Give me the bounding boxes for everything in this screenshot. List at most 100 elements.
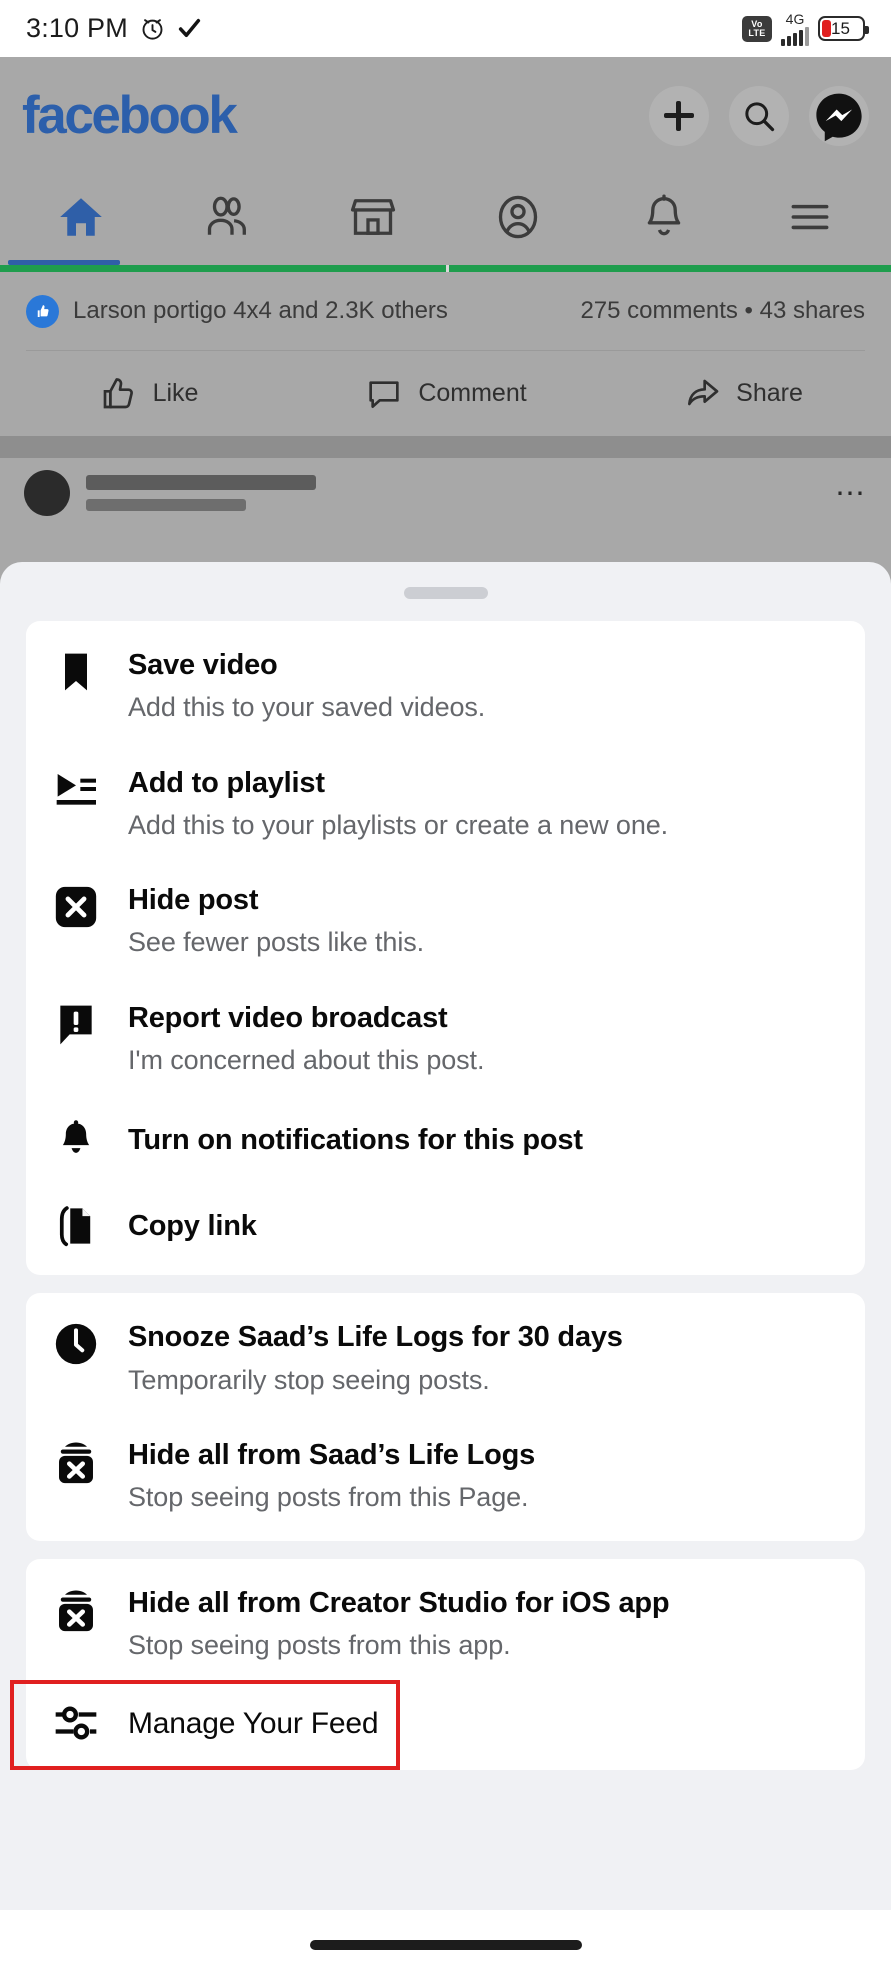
menu-item-title: Report video broadcast — [128, 1001, 448, 1034]
menu-item-title: Turn on notifications for this post — [128, 1124, 583, 1157]
battery-level-label: 15 — [831, 18, 850, 38]
next-post-header: ⋯ — [0, 458, 891, 528]
home-gesture-pill[interactable] — [309, 1940, 582, 1950]
next-post-text-placeholder — [86, 475, 819, 511]
hamburger-menu-icon — [791, 204, 829, 230]
page-actions-card: Snooze Saad’s Life Logs for 30 days Temp… — [26, 1293, 865, 1541]
share-arrow-icon — [688, 379, 719, 405]
menu-item-body: Manage Your Feed — [128, 1706, 839, 1741]
tab-notifications[interactable] — [591, 192, 737, 242]
status-bar-right: Vo LTE 4G 15 — [742, 12, 869, 46]
status-bar-clock: 3:10 PM — [26, 13, 128, 43]
signal-bars — [781, 26, 809, 46]
menu-item-title: Hide all from Creator Studio for iOS app — [128, 1586, 670, 1619]
bookmark-icon — [52, 648, 100, 694]
tab-menu[interactable] — [737, 192, 883, 242]
menu-item-body: Add to playlist Add this to your playlis… — [128, 766, 839, 842]
video-progress-bar[interactable] — [0, 265, 891, 272]
volte-line-2: LTE — [748, 27, 766, 38]
thumbs-up-glyph — [37, 304, 49, 317]
progress-notch — [445, 265, 449, 272]
sheet-bottom-padding — [0, 1788, 891, 1834]
clock-icon — [52, 1320, 100, 1366]
home-icon — [60, 198, 102, 236]
marketplace-icon — [350, 199, 395, 235]
menu-item-body: Turn on notifications for this post — [128, 1123, 839, 1157]
menu-item-subtitle: I'm concerned about this post. — [128, 1045, 485, 1076]
like-button[interactable]: Like — [0, 374, 297, 414]
search-button[interactable] — [729, 85, 789, 146]
hide-x-icon — [52, 883, 100, 929]
volte-icon: Vo LTE — [742, 15, 772, 42]
status-bar-left: 3:10 PM — [26, 13, 202, 44]
messenger-icon — [816, 93, 862, 141]
menu-item-turn-on-notifications[interactable]: Turn on notifications for this post — [26, 1097, 865, 1183]
gesture-navigation-bar — [0, 1910, 891, 1980]
messenger-button[interactable] — [809, 85, 869, 146]
menu-item-body: Snooze Saad’s Life Logs for 30 days Temp… — [128, 1320, 839, 1396]
like-button-label: Like — [152, 379, 199, 407]
bell-icon — [647, 194, 681, 236]
menu-item-copy-link[interactable]: Copy link — [26, 1183, 865, 1269]
menu-item-title: Hide post — [128, 884, 259, 917]
menu-item-subtitle: See fewer posts like this. — [128, 927, 425, 958]
comment-bubble-icon — [369, 380, 399, 408]
phone-screen: 3:10 PM Vo LTE 4G 15 facebook Larson por… — [0, 0, 891, 1980]
menu-item-title: Manage Your Feed — [128, 1706, 379, 1740]
avatar — [24, 470, 70, 516]
menu-item-body: Save video Add this to your saved videos… — [128, 648, 839, 724]
checkmark-icon — [178, 18, 201, 38]
menu-item-subtitle: Temporarily stop seeing posts. — [128, 1364, 490, 1395]
menu-item-hide-all-app[interactable]: Hide all from Creator Studio for iOS app… — [26, 1565, 865, 1683]
menu-item-title: Save video — [128, 649, 278, 681]
post-options-icon[interactable]: ⋯ — [835, 476, 867, 511]
header-action-buttons — [649, 85, 869, 146]
hide-all-bag-icon — [52, 1438, 100, 1486]
menu-item-body: Copy link — [128, 1209, 839, 1243]
create-button[interactable] — [649, 85, 709, 146]
drag-handle[interactable] — [403, 587, 488, 599]
menu-item-body: Hide all from Creator Studio for iOS app… — [128, 1586, 839, 1662]
report-exclamation-icon — [52, 1001, 100, 1047]
post-options-bottom-sheet: Save video Add this to your saved videos… — [0, 562, 891, 1910]
menu-item-subtitle: Stop seeing posts from this Page. — [128, 1482, 529, 1513]
facebook-header: facebook — [0, 57, 891, 174]
menu-item-add-to-playlist[interactable]: Add to playlist Add this to your playlis… — [26, 745, 865, 863]
tab-profile[interactable] — [445, 192, 591, 242]
menu-item-hide-all-page[interactable]: Hide all from Saad’s Life Logs Stop seei… — [26, 1417, 865, 1535]
playlist-add-icon — [52, 766, 100, 808]
app-actions-card: Hide all from Creator Studio for iOS app… — [10, 1558, 865, 1771]
menu-item-title: Snooze Saad’s Life Logs for 30 days — [128, 1321, 623, 1354]
menu-item-save-video[interactable]: Save video Add this to your saved videos… — [26, 627, 865, 745]
like-reaction-icon — [26, 294, 59, 328]
post-actions-card: Save video Add this to your saved videos… — [26, 621, 865, 1276]
manage-your-feed-highlight-wrapper: Manage Your Feed — [10, 1680, 865, 1771]
search-icon — [745, 101, 775, 131]
profile-icon — [499, 195, 538, 239]
menu-item-report-video-broadcast[interactable]: Report video broadcast I'm concerned abo… — [26, 980, 865, 1098]
tab-friends[interactable] — [154, 192, 300, 242]
menu-item-subtitle: Add this to your playlists or create a n… — [128, 809, 669, 840]
menu-item-snooze-page[interactable]: Snooze Saad’s Life Logs for 30 days Temp… — [26, 1299, 865, 1417]
tab-home[interactable] — [8, 192, 154, 242]
plus-icon — [664, 100, 694, 131]
tab-marketplace[interactable] — [300, 192, 446, 242]
comment-button-label: Comment — [418, 379, 527, 407]
menu-item-body: Hide post See fewer posts like this. — [128, 883, 839, 959]
comments-shares-label[interactable]: 275 comments • 43 shares — [580, 297, 865, 325]
menu-item-hide-post[interactable]: Hide post See fewer posts like this. — [26, 862, 865, 980]
reaction-count-label[interactable]: Larson portigo 4x4 and 2.3K others — [73, 297, 448, 325]
menu-item-body: Hide all from Saad’s Life Logs Stop seei… — [128, 1438, 839, 1514]
copy-link-icon — [52, 1204, 100, 1248]
share-button[interactable]: Share — [594, 374, 891, 414]
facebook-wordmark: facebook — [22, 86, 238, 145]
comment-button[interactable]: Comment — [297, 374, 594, 414]
facebook-tab-bar — [0, 174, 891, 260]
menu-item-body: Report video broadcast I'm concerned abo… — [128, 1001, 839, 1077]
post-action-bar: Like Comment Share — [0, 351, 891, 436]
menu-item-title: Hide all from Saad’s Life Logs — [128, 1439, 536, 1472]
menu-item-subtitle: Stop seeing posts from this app. — [128, 1629, 511, 1660]
bell-icon — [52, 1118, 100, 1162]
post-reaction-summary: Larson portigo 4x4 and 2.3K others 275 c… — [0, 272, 891, 350]
menu-item-manage-your-feed[interactable]: Manage Your Feed — [26, 1682, 865, 1764]
